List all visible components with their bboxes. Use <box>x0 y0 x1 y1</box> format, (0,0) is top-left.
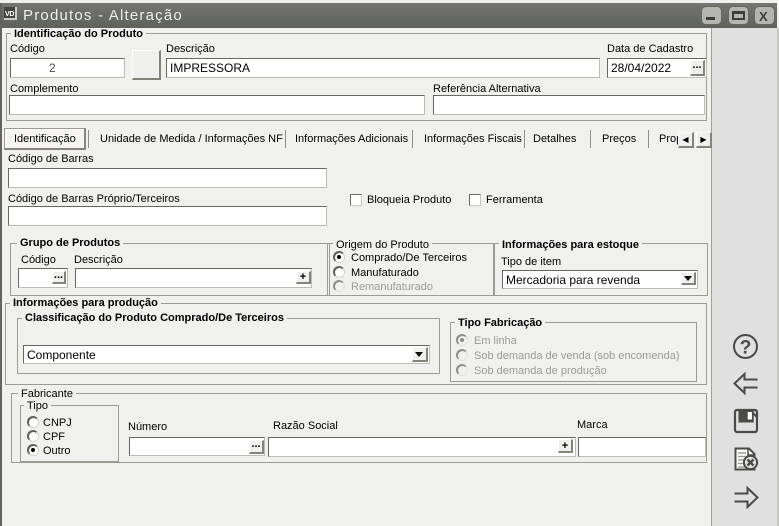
svg-text:?: ? <box>740 338 752 359</box>
